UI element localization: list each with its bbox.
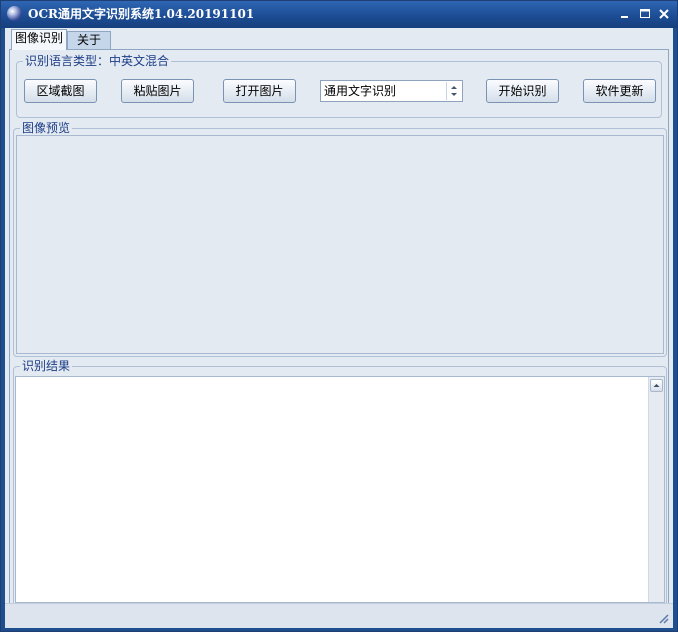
tab-panel: 识别语言类型：中英文混合 区域截图 粘贴图片 打开图片 通用文字识别 开始识别 …: [9, 49, 669, 627]
up-arrow-icon: [653, 384, 660, 387]
close-button[interactable]: [657, 7, 671, 21]
resize-grip-icon[interactable]: [657, 612, 669, 624]
recognition-mode-value: 通用文字识别: [324, 84, 397, 98]
result-textarea[interactable]: [15, 376, 665, 603]
app-window: OCR通用文字识别系统1.04.20191101 图像识别 关于 识别语言类型：…: [0, 0, 678, 632]
tab-about[interactable]: 关于: [67, 31, 111, 50]
window-title: OCR通用文字识别系统1.04.20191101: [28, 7, 255, 21]
start-recognition-button[interactable]: 开始识别: [486, 79, 559, 103]
close-icon: [659, 9, 669, 19]
language-type-label: 识别语言类型：中英文混合: [23, 54, 172, 68]
software-update-button[interactable]: 软件更新: [583, 79, 656, 103]
result-group: 识别结果: [13, 359, 667, 626]
paste-image-button[interactable]: 粘贴图片: [121, 79, 194, 103]
preview-group: 图像预览: [13, 121, 667, 357]
preview-label: 图像预览: [20, 121, 73, 135]
language-group: 识别语言类型：中英文混合 区域截图 粘贴图片 打开图片 通用文字识别 开始识别 …: [16, 54, 662, 118]
result-scrollbar[interactable]: [648, 377, 664, 602]
maximize-icon: [640, 9, 650, 18]
title-bar[interactable]: OCR通用文字识别系统1.04.20191101: [1, 1, 677, 28]
open-image-button[interactable]: 打开图片: [223, 79, 296, 103]
updown-arrows-icon[interactable]: [446, 82, 461, 100]
result-label: 识别结果: [20, 359, 73, 373]
client-area: 图像识别 关于 识别语言类型：中英文混合 区域截图 粘贴图片 打开图片 通用文字…: [5, 28, 673, 627]
minimize-icon: [621, 16, 628, 18]
tab-image-recognition[interactable]: 图像识别: [11, 29, 67, 50]
status-bar: [5, 603, 673, 628]
minimize-button[interactable]: [618, 7, 632, 21]
maximize-button[interactable]: [638, 7, 652, 21]
recognition-mode-select[interactable]: 通用文字识别: [320, 80, 463, 102]
app-icon: [7, 6, 22, 21]
image-preview-area: [16, 135, 664, 354]
region-capture-button[interactable]: 区域截图: [24, 79, 97, 103]
scroll-up-button[interactable]: [650, 379, 663, 392]
